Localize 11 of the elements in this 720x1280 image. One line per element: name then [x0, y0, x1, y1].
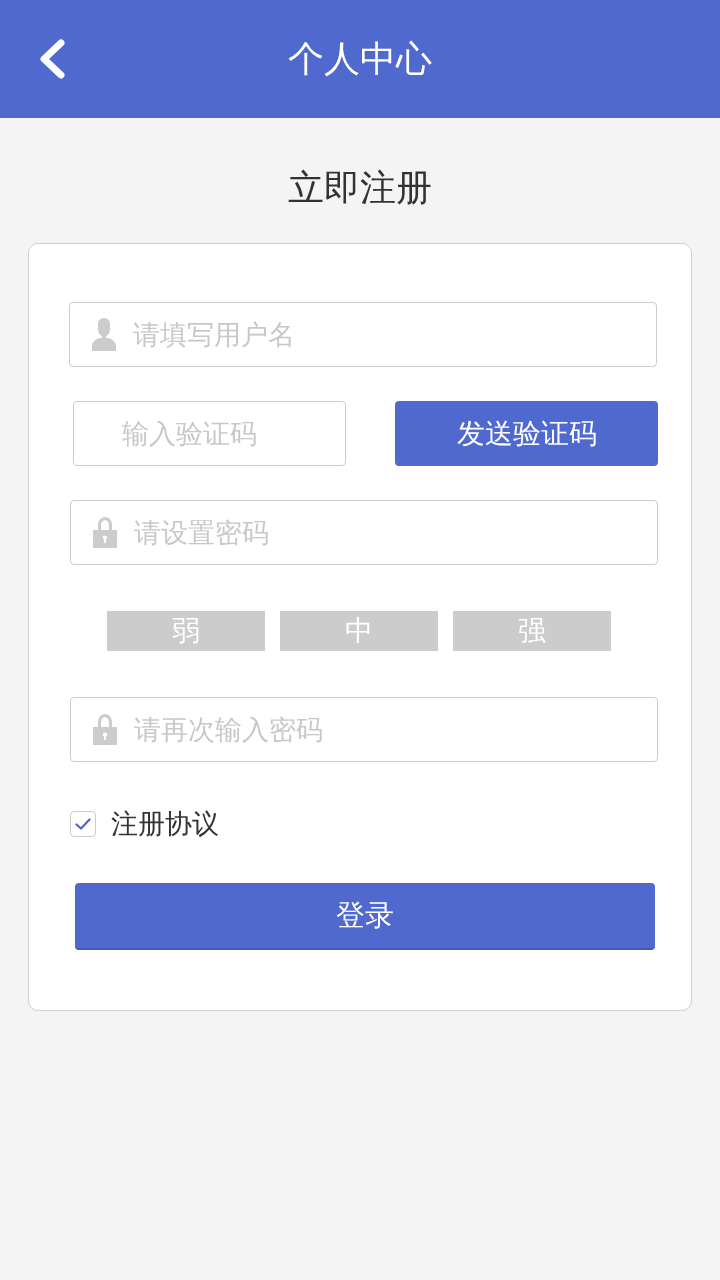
agreement-checkbox[interactable] [70, 811, 96, 837]
page-heading: 立即注册 [288, 166, 432, 210]
agreement-label[interactable]: 注册协议 [111, 807, 219, 841]
back-icon[interactable] [38, 39, 66, 79]
login-button[interactable]: 登录 [75, 883, 655, 950]
lock-icon [93, 517, 117, 548]
check-icon [75, 818, 91, 830]
send-code-button[interactable]: 发送验证码 [395, 401, 658, 466]
user-icon [92, 318, 116, 351]
lock-icon [93, 714, 117, 745]
header-title: 个人中心 [288, 37, 432, 81]
